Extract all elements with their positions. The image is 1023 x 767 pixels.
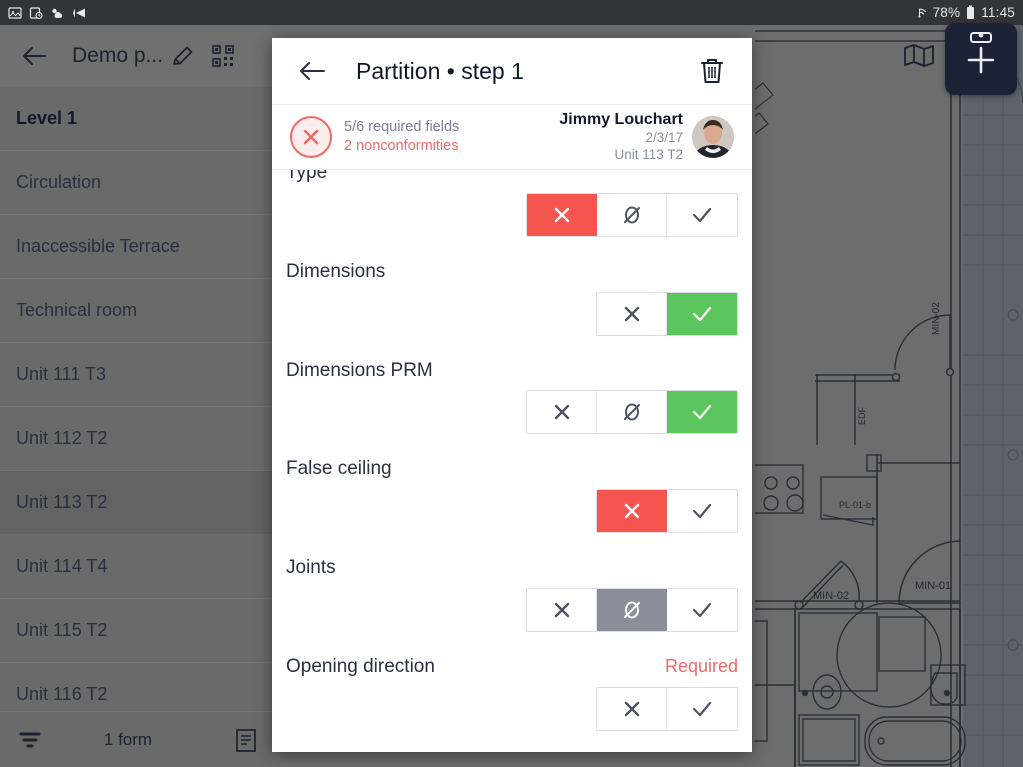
required-fields-count: 5/6 required fields (344, 119, 460, 136)
status-text-block: 5/6 required fields 2 nonconformities (344, 118, 459, 156)
option-not-applicable[interactable] (597, 193, 667, 236)
required-badge: Required (664, 655, 738, 676)
segmented-group (596, 291, 738, 336)
option-not-applicable[interactable] (597, 391, 667, 434)
segmented-group (526, 390, 738, 435)
assignee-date: 2/3/17 (645, 130, 683, 146)
option-check[interactable] (667, 193, 737, 236)
comments-section: Comments Comments Comments... (272, 741, 752, 752)
avatar (692, 116, 734, 158)
assignee-name: Jimmy Louchart (559, 111, 683, 129)
field-dimensions: Dimensions (272, 247, 752, 346)
field-label: Dimensions (286, 260, 386, 282)
option-cross[interactable] (597, 687, 667, 730)
option-check[interactable] (667, 588, 737, 631)
option-cross[interactable] (597, 292, 667, 335)
assignee-unit: Unit 113 T2 (614, 147, 683, 162)
app-root: 78% 11:45 MIN-02 EDF PL-01-b MIN-01 MIN-… (0, 0, 1023, 767)
option-cross[interactable] (597, 490, 667, 533)
segmented-control (286, 580, 738, 642)
option-not-applicable[interactable] (597, 588, 667, 631)
segmented-group (596, 686, 738, 731)
segmented-control (286, 481, 738, 543)
section-title: Comments (286, 741, 738, 752)
field-label: Dimensions PRM (286, 359, 433, 381)
dialog-header: Partition • step 1 (272, 38, 752, 105)
field-label-row: Opening direction Required (286, 642, 738, 679)
trash-icon[interactable] (692, 51, 732, 91)
segmented-group (526, 587, 738, 632)
segmented-control (286, 284, 738, 346)
field-label: Type (286, 170, 328, 183)
field-opening-direction: Opening direction Required (272, 642, 752, 741)
form-fields: Type Dimensions Dimensions PRM False cei… (272, 170, 752, 752)
option-cross[interactable] (527, 193, 597, 236)
option-check[interactable] (667, 687, 737, 730)
dialog-scroll-body[interactable]: Type Dimensions Dimensions PRM False cei… (272, 170, 752, 752)
field-dimensions-prm: Dimensions PRM (272, 346, 752, 445)
nonconformities-count: 2 nonconformities (344, 138, 459, 154)
option-cross[interactable] (527, 588, 597, 631)
segmented-control (286, 185, 738, 247)
field-type: Type (272, 170, 752, 247)
field-label: False ceiling (286, 458, 392, 480)
option-cross[interactable] (527, 391, 597, 434)
field-joints: Joints (272, 543, 752, 642)
assignee-block[interactable]: Jimmy Louchart 2/3/17 Unit 113 T2 (559, 110, 734, 164)
option-check[interactable] (667, 391, 737, 434)
assignee-meta: Jimmy Louchart 2/3/17 Unit 113 T2 (559, 110, 683, 164)
option-check[interactable] (667, 490, 737, 533)
dialog-status-bar: 5/6 required fields 2 nonconformities Ji… (272, 105, 752, 170)
field-false-ceiling: False ceiling (272, 444, 752, 543)
segmented-group (526, 192, 738, 237)
dialog-title: Partition • step 1 (356, 57, 524, 84)
option-check[interactable] (667, 292, 737, 335)
error-circle-icon (290, 116, 332, 158)
back-arrow-icon[interactable] (292, 51, 332, 91)
segmented-control (286, 679, 738, 741)
segmented-control (286, 382, 738, 444)
field-label: Joints (286, 557, 336, 579)
field-label: Opening direction (286, 655, 435, 677)
form-dialog: Partition • step 1 5/6 required fields 2… (272, 38, 752, 752)
segmented-group (596, 489, 738, 534)
